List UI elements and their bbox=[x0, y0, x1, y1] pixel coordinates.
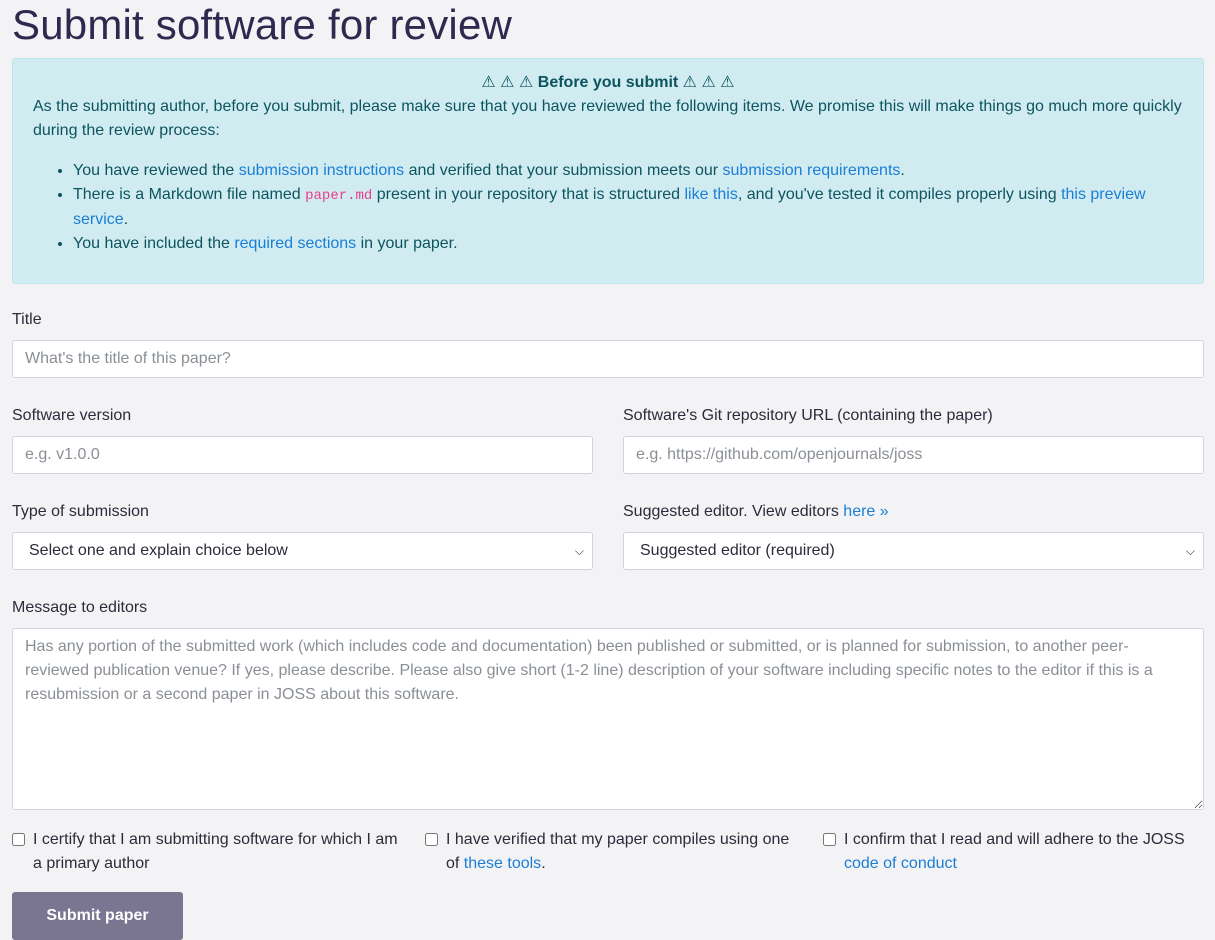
version-label: Software version bbox=[12, 407, 132, 424]
checklist-item: There is a Markdown file named paper.md … bbox=[73, 183, 1183, 232]
item-text: . bbox=[123, 211, 129, 228]
item-text: You have included the bbox=[73, 235, 235, 252]
verify-compile-end: . bbox=[541, 855, 546, 872]
alert-intro: As the submitting author, before you sub… bbox=[33, 98, 1182, 139]
title-input[interactable] bbox=[12, 340, 1204, 378]
confirmations: I certify that I am submitting software … bbox=[12, 828, 1204, 876]
item-text: There is a Markdown file named bbox=[73, 186, 306, 203]
checklist: You have reviewed the submission instruc… bbox=[33, 159, 1183, 256]
repo-label: Software's Git repository URL (containin… bbox=[623, 407, 993, 424]
item-text: and verified that your submission meets … bbox=[404, 162, 723, 179]
chevron-down-icon: ⌵ bbox=[574, 544, 584, 558]
code-of-conduct-text: I confirm that I read and will adhere to… bbox=[844, 831, 1185, 848]
type-editor-row: Type of submission Select one and explai… bbox=[12, 502, 1204, 570]
submission-requirements-link[interactable]: submission requirements bbox=[723, 162, 901, 179]
repo-url-input[interactable] bbox=[623, 436, 1204, 474]
editor-field: Suggested editor. View editors here » Su… bbox=[623, 502, 1204, 570]
certify-author-checkbox[interactable] bbox=[12, 833, 25, 846]
type-field: Type of submission Select one and explai… bbox=[12, 502, 593, 570]
chevron-down-icon: ⌵ bbox=[1185, 544, 1195, 558]
item-text: You have reviewed the bbox=[73, 162, 239, 179]
view-editors-link[interactable]: here » bbox=[843, 503, 888, 520]
code-of-conduct-label: I confirm that I read and will adhere to… bbox=[844, 828, 1204, 876]
certify-author-check: I certify that I am submitting software … bbox=[12, 828, 425, 876]
version-field: Software version bbox=[12, 406, 593, 474]
submit-paper-button[interactable]: Submit paper bbox=[12, 892, 183, 940]
these-tools-link[interactable]: these tools bbox=[464, 855, 541, 872]
alert-heading: ⚠ ⚠ ⚠ Before you submit ⚠ ⚠ ⚠ bbox=[481, 74, 735, 91]
verify-compile-label: I have verified that my paper compiles u… bbox=[446, 828, 796, 876]
item-text: present in your repository that is struc… bbox=[372, 186, 685, 203]
suggested-editor-value: Suggested editor (required) bbox=[640, 542, 835, 559]
suggested-editor-select[interactable]: Suggested editor (required) ⌵ bbox=[623, 532, 1204, 570]
before-submit-alert: ⚠ ⚠ ⚠ Before you submit ⚠ ⚠ ⚠ As the sub… bbox=[12, 58, 1204, 284]
version-input[interactable] bbox=[12, 436, 593, 474]
message-field: Message to editors bbox=[12, 598, 1204, 810]
version-repo-row: Software version Software's Git reposito… bbox=[12, 406, 1204, 474]
verify-compile-check: I have verified that my paper compiles u… bbox=[425, 828, 823, 876]
type-label: Type of submission bbox=[12, 503, 149, 520]
editor-label: Suggested editor. View editors here » bbox=[623, 502, 1204, 522]
required-sections-link[interactable]: required sections bbox=[234, 235, 356, 252]
code-of-conduct-check: I confirm that I read and will adhere to… bbox=[823, 828, 1204, 876]
page-title: Submit software for review bbox=[12, 1, 513, 48]
title-label: Title bbox=[12, 311, 42, 328]
title-field: Title bbox=[12, 310, 1204, 378]
item-text: . bbox=[900, 162, 905, 179]
paper-md-code: paper.md bbox=[305, 188, 373, 204]
item-text: , and you've tested it compiles properly… bbox=[737, 186, 1062, 203]
editor-label-text: Suggested editor. View editors bbox=[623, 503, 844, 520]
code-of-conduct-checkbox[interactable] bbox=[823, 833, 836, 846]
checklist-item: You have reviewed the submission instruc… bbox=[73, 159, 1183, 183]
message-textarea[interactable] bbox=[12, 628, 1204, 810]
repo-field: Software's Git repository URL (containin… bbox=[623, 406, 1204, 474]
submission-instructions-link[interactable]: submission instructions bbox=[239, 162, 404, 179]
checklist-item: You have included the required sections … bbox=[73, 232, 1183, 256]
page: Submit software for review ⚠ ⚠ ⚠ Before … bbox=[0, 0, 1215, 940]
code-of-conduct-link[interactable]: code of conduct bbox=[844, 855, 957, 872]
submission-type-value: Select one and explain choice below bbox=[29, 542, 288, 559]
certify-author-label: I certify that I am submitting software … bbox=[33, 831, 398, 872]
message-label: Message to editors bbox=[12, 599, 148, 616]
verify-compile-checkbox[interactable] bbox=[425, 833, 438, 846]
like-this-link[interactable]: like this bbox=[684, 186, 737, 203]
item-text: in your paper. bbox=[356, 235, 458, 252]
submission-type-select[interactable]: Select one and explain choice below ⌵ bbox=[12, 532, 593, 570]
